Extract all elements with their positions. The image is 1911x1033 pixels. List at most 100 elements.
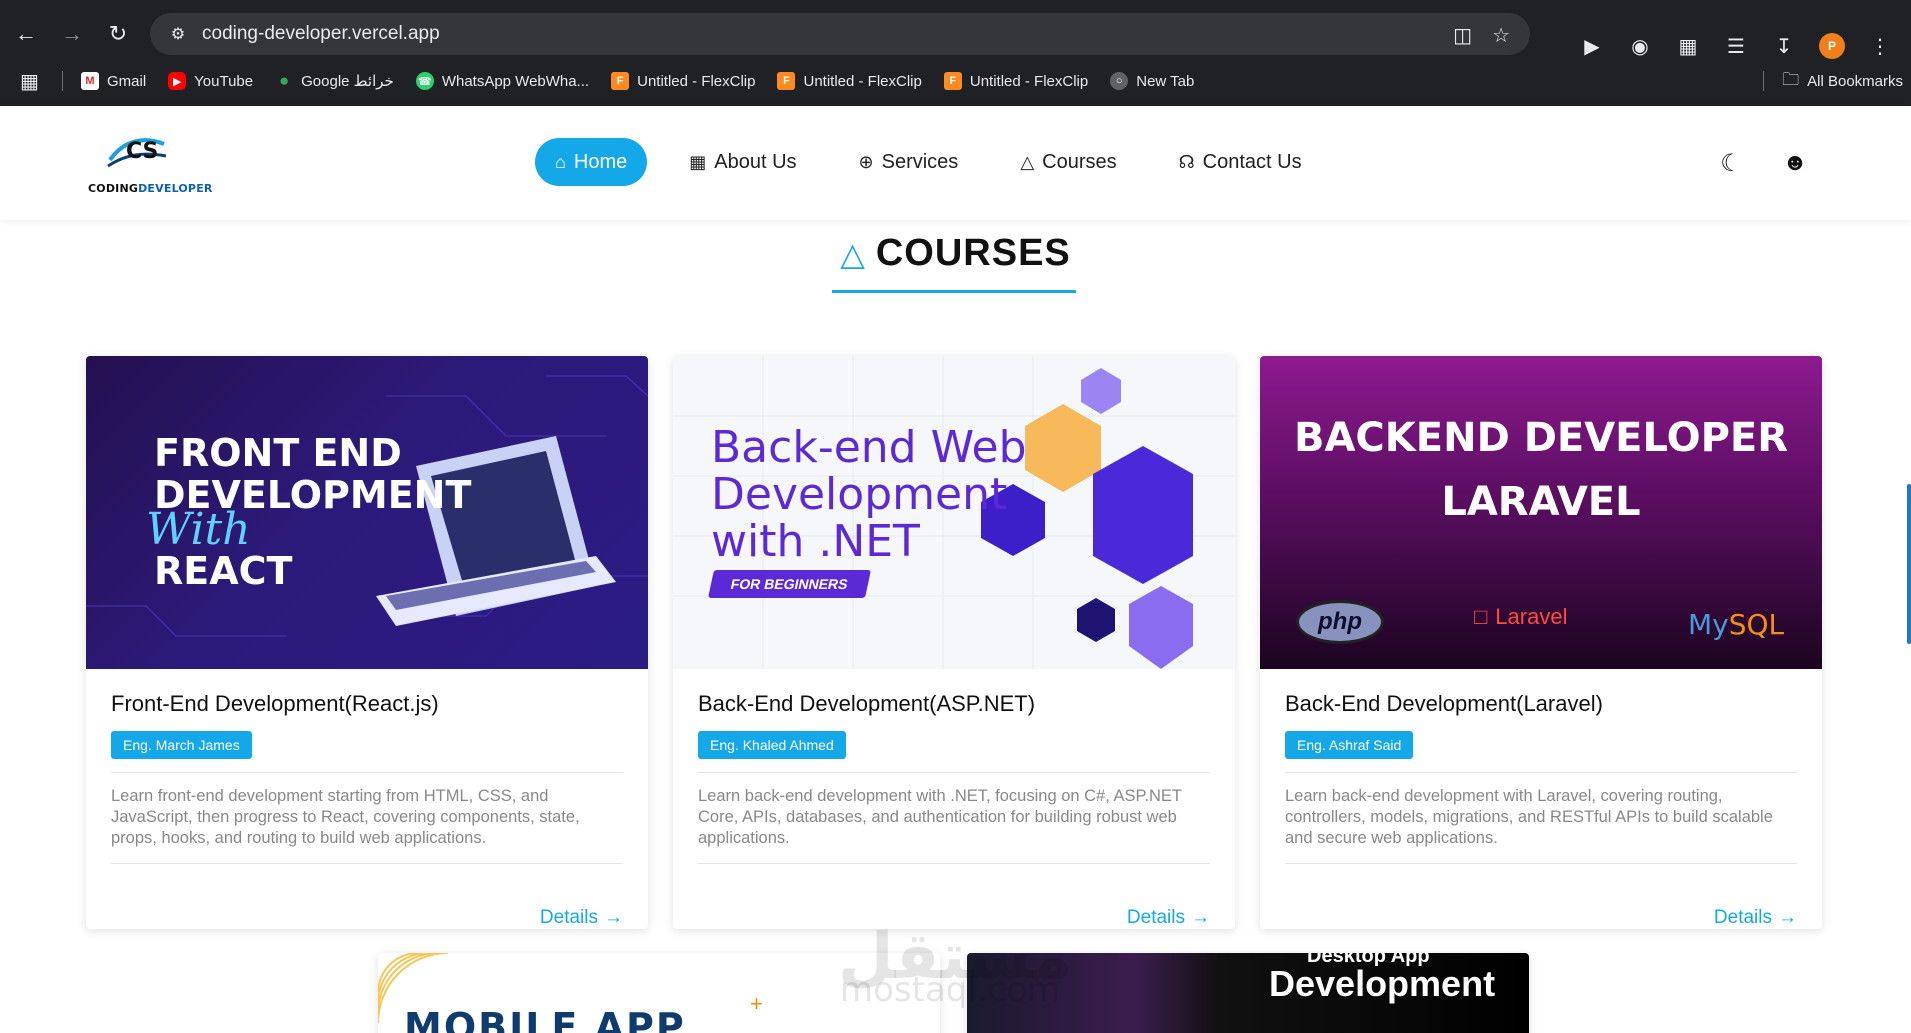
bookmarks-bar: ▦ M Gmail ▶ YouTube ● Google خرائط ☎ WhatsAp… [0,64,1911,98]
back-arrow-icon[interactable]: ← [6,14,46,54]
download-icon[interactable]: ↧ [1771,33,1797,59]
graduation-cap-icon: △ [1020,151,1035,172]
course-title[interactable]: Back-End Development(ASP.NET) [698,691,1210,717]
scrollbar-thumb[interactable] [1907,484,1911,644]
section-title: COURSES [875,232,1071,274]
flexclip-icon: F [611,72,630,90]
bookmark-flexclip-3[interactable]: F Untitled - FlexClip [943,72,1088,90]
course-description: Learn back-end development with Laravel,… [1285,787,1773,847]
course-card-react: FRONT END DEVELOPMENT REACT With Front-E… [86,356,648,929]
bookmark-google-maps[interactable]: ● Google خرائط [275,71,394,90]
puzzle-extensions-icon[interactable]: ▦ [1675,33,1701,59]
instructor-badge: Eng. Ashraf Said [1285,731,1414,759]
site-info-icon[interactable]: ⚙ [166,22,190,46]
php-logo: php [1296,600,1384,644]
banner-title: Development [1269,963,1496,1004]
svg-text:CS: CS [126,139,158,164]
site-header: CS CODINGDEVELOPER ⌂ Home ▦ About Us ⊕ Serv… [0,106,1911,220]
logo-mark: CS [107,138,167,168]
watermark-latin: mostaql.com [840,970,1061,1010]
nav-home[interactable]: ⌂ Home [535,138,648,186]
folder-icon: 🗀 [1782,69,1800,89]
url-text[interactable]: coding-developer.vercel.app [202,23,440,45]
all-bookmarks[interactable]: 🗀 All Bookmarks [1782,67,1903,96]
banner-pill: FOR BEGINNERS [708,570,871,598]
whatsapp-icon: ☎ [415,72,434,90]
bookmark-youtube[interactable]: ▶ YouTube [168,72,253,90]
details-link[interactable]: Details → [1714,907,1797,929]
bookmark-new-tab[interactable]: ○ New Tab [1110,72,1194,90]
course-description: Learn front-end development starting fro… [111,787,580,847]
details-link[interactable]: Details → [540,907,623,929]
banner-line: with .NET [711,516,920,567]
kebab-menu-icon[interactable]: ⋮ [1867,33,1893,59]
course-banner-react: FRONT END DEVELOPMENT REACT With [86,356,648,669]
map-pin-icon: ● [278,71,290,90]
browser-toolbar: ← → ↻ ⚙ coding-developer.vercel.app ◫ ☆ … [0,12,1911,59]
building-icon: ▦ [689,151,707,172]
globe-icon: ○ [1110,72,1129,90]
course-title[interactable]: Front-End Development(React.js) [111,691,623,717]
banner-title: MOBILE APP [404,1005,686,1033]
banner-line: FRONT END [154,431,402,475]
nav-courses[interactable]: △ Courses [1000,138,1136,186]
main-nav: ⌂ Home ▦ About Us ⊕ Services △ Courses ☊ Cont… [535,138,1322,186]
nav-services[interactable]: ⊕ Services [839,138,979,186]
profile-avatar[interactable]: P [1819,33,1845,59]
logo-word-developer: DEVELOPER [138,182,213,195]
logo-word-coding: CODING [88,182,139,195]
media-controls-icon[interactable]: ☰ [1723,33,1749,59]
bookmark-flexclip-1[interactable]: F Untitled - FlexClip [611,72,755,90]
extensions-area: ▶ ◉ ▦ ☰ ↧ P ⋮ [1579,24,1893,68]
headset-icon: ☊ [1178,151,1195,172]
plus-decoration-icon: + [750,991,763,1016]
bookmark-gmail[interactable]: M Gmail [81,72,146,90]
bookmark-whatsapp[interactable]: ☎ WhatsApp WebWha... [415,72,589,90]
course-card-laravel: BACKEND DEVELOPER LARAVEL php □ Laravel M… [1260,356,1822,929]
forward-arrow-icon[interactable]: → [52,14,92,54]
banner-line: LARAVEL [1441,479,1641,525]
bookmark-star-icon[interactable]: ☆ [1492,23,1510,48]
arrow-right-icon: → [1778,907,1797,928]
bookmark-flexclip-2[interactable]: F Untitled - FlexClip [777,72,922,90]
flexclip-icon: F [943,72,962,90]
nav-contact-us[interactable]: ☊ Contact Us [1159,138,1322,186]
flexclip-icon: F [777,72,796,90]
house-icon: ⌂ [555,151,566,172]
mysql-logo: MySQL [1688,608,1785,641]
plus-circle-icon: ⊕ [858,151,874,172]
cursor-extension-icon[interactable]: ▶ [1579,33,1605,59]
course-description: Learn back-end development with .NET, fo… [698,787,1182,847]
reload-icon[interactable]: ↻ [98,14,138,54]
instructor-badge: Eng. Khaled Ahmed [698,731,846,759]
site-logo[interactable]: CS CODINGDEVELOPER [86,130,212,200]
course-banner-aspnet: Back-end Web Development with .NET FOR B… [673,356,1235,669]
arrow-right-icon: → [604,907,623,928]
youtube-icon: ▶ [168,72,187,90]
globe-extension-icon[interactable]: ◉ [1627,33,1653,59]
course-banner-laravel: BACKEND DEVELOPER LARAVEL php □ Laravel M… [1260,356,1822,669]
section-title-underline [832,290,1076,293]
graduation-cap-icon: △ [840,235,866,272]
section-heading: △ COURSES [0,232,1911,275]
details-link[interactable]: Details → [1127,907,1210,929]
dark-mode-moon-icon[interactable]: ☾ [1716,148,1746,178]
instructor-badge: Eng. March James [111,731,252,759]
address-bar[interactable]: ⚙ coding-developer.vercel.app ◫ ☆ [150,13,1530,55]
banner-line: Development [711,469,1008,520]
apps-grid-icon[interactable]: ▦ [20,69,50,94]
laravel-logo: □ Laravel [1474,604,1568,629]
banner-line: Back-end Web [711,422,1027,473]
install-app-icon[interactable]: ◫ [1453,23,1472,48]
arrow-right-icon: → [1191,907,1210,928]
banner-with: With [146,504,251,555]
browser-chrome: ← → ↻ ⚙ coding-developer.vercel.app ◫ ☆ … [0,0,1911,106]
course-card-aspnet: Back-end Web Development with .NET FOR B… [673,356,1235,929]
course-title[interactable]: Back-End Development(Laravel) [1285,691,1797,717]
gmail-icon: M [81,72,99,90]
laravel-icon: □ [1474,604,1488,629]
banner-line: BACKEND DEVELOPER [1293,415,1789,461]
user-account-icon[interactable]: ☻ [1780,148,1810,178]
banner-line: REACT [154,549,293,593]
nav-about-us[interactable]: ▦ About Us [669,138,816,186]
